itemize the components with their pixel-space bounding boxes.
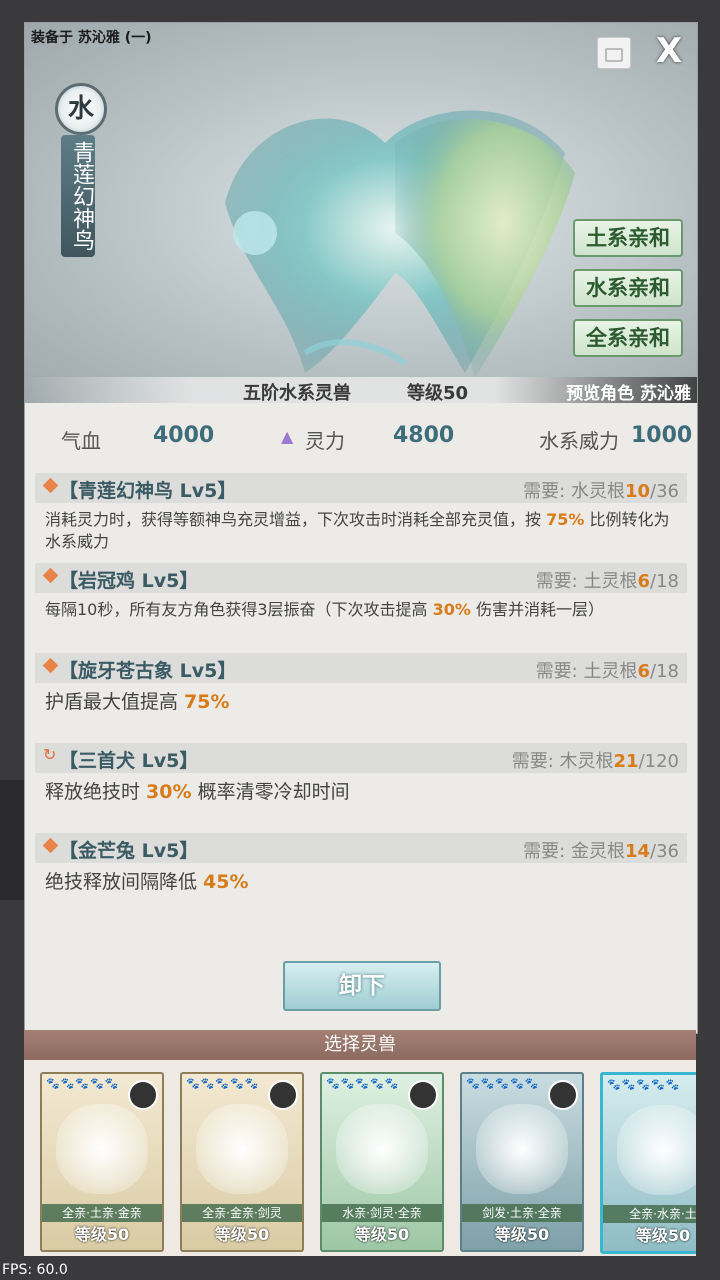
card-tags: 全亲·金亲·剑灵 — [182, 1204, 302, 1222]
diamond-icon — [42, 477, 59, 494]
skill-requirement: 需要: 木灵根21/120 — [511, 751, 679, 772]
skill-header: 【青莲幻神鸟 Lv5】 需要: 水灵根10/36 — [35, 473, 687, 503]
earth-affinity-button[interactable]: 土系亲和 — [573, 219, 683, 257]
paw-rating-icon: 🐾🐾🐾🐾🐾 — [186, 1077, 260, 1090]
skill-requirement: 需要: 金灵根14/36 — [523, 841, 679, 862]
element-badge: 水 — [55, 83, 107, 135]
skill-name: 【三首犬 Lv5】 — [59, 750, 199, 772]
paw-rating-icon: 🐾🐾🐾🐾🐾 — [607, 1078, 681, 1091]
skill-requirement: 需要: 土灵根6/18 — [535, 571, 679, 592]
beast-rank: 五阶水系灵兽 — [243, 383, 351, 404]
power-label: 水系威力 — [539, 429, 619, 453]
skill-requirement: 需要: 水灵根10/36 — [523, 481, 679, 502]
paw-rating-icon: 🐾🐾🐾🐾🐾 — [326, 1077, 400, 1090]
beast-thumbnail — [196, 1104, 288, 1194]
card-tags: 全亲·水亲·土 — [603, 1205, 696, 1223]
skill-name: 【旋牙苍古象 Lv5】 — [59, 660, 237, 682]
skill-name: 【岩冠鸡 Lv5】 — [59, 570, 199, 592]
beast-artwork — [225, 110, 575, 378]
sp-value: 4800 — [393, 423, 455, 448]
power-value: 1000 — [631, 423, 693, 448]
hp-label: 气血 — [61, 429, 101, 453]
equipped-on-label: 装备于 苏沁雅 (一) — [31, 30, 152, 46]
beast-hero-area: 装备于 苏沁雅 (一) X 水 青莲幻神鸟 土系亲和 水系亲和 全系亲和 — [25, 23, 697, 403]
beast-name: 青莲幻神鸟 — [61, 135, 95, 257]
preview-character: 预览角色 苏沁雅 — [566, 384, 691, 404]
skill-name: 【青莲幻神鸟 Lv5】 — [59, 480, 237, 502]
all-affinity-button[interactable]: 全系亲和 — [573, 319, 683, 357]
card-level: 等级50 — [354, 1225, 410, 1244]
paw-rating-icon: 🐾🐾🐾🐾🐾 — [466, 1077, 540, 1090]
skill-description: 绝技释放间隔降低 45% — [45, 871, 249, 893]
skill-header: 【金芒兔 Lv5】 需要: 金灵根14/36 — [35, 833, 687, 863]
card-tags: 剑发·土亲·全亲 — [462, 1204, 582, 1222]
beast-card-selected[interactable]: 🐾🐾🐾🐾🐾 全亲·水亲·土 等级50 — [600, 1072, 696, 1254]
beast-detail-panel: 装备于 苏沁雅 (一) X 水 青莲幻神鸟 土系亲和 水系亲和 全系亲和 五阶水… — [24, 22, 698, 1034]
close-button[interactable]: X — [651, 33, 687, 69]
card-level: 等级50 — [635, 1226, 691, 1245]
skill-requirement: 需要: 土灵根6/18 — [535, 661, 679, 682]
beast-level: 等级50 — [407, 383, 469, 404]
hp-value: 4000 — [153, 423, 215, 448]
avatar — [548, 1080, 578, 1110]
beast-card[interactable]: 🐾🐾🐾🐾🐾 全亲·金亲·剑灵 等级50 — [180, 1072, 304, 1252]
beast-card[interactable]: 🐾🐾🐾🐾🐾 剑发·土亲·全亲 等级50 — [460, 1072, 584, 1252]
avatar — [128, 1080, 158, 1110]
skill-description: 消耗灵力时，获得等额神鸟充灵增益，下次攻击时消耗全部充灵值，按 75% 比例转化… — [45, 510, 670, 551]
skill-header: 【旋牙苍古象 Lv5】 需要: 土灵根6/18 — [35, 653, 687, 683]
skill-name: 【金芒兔 Lv5】 — [59, 840, 199, 862]
paw-rating-icon: 🐾🐾🐾🐾🐾 — [46, 1077, 120, 1090]
avatar — [268, 1080, 298, 1110]
diamond-icon — [42, 567, 59, 584]
beast-thumbnail — [617, 1105, 696, 1195]
sp-label: 灵力 — [305, 429, 345, 453]
select-beast-title: 选择灵兽 — [24, 1030, 696, 1060]
skill-description: 护盾最大值提高 75% — [45, 691, 230, 713]
card-level: 等级50 — [74, 1225, 130, 1244]
diamond-icon — [42, 657, 59, 674]
unload-button[interactable]: 卸下 — [283, 961, 441, 1011]
triangle-icon: ▲ — [281, 427, 294, 446]
beast-thumbnail — [336, 1104, 428, 1194]
skill-header: ↻ 【三首犬 Lv5】 需要: 木灵根21/120 — [35, 743, 687, 773]
beast-card-list[interactable]: 🐾🐾🐾🐾🐾 全亲·土亲·金亲 等级50 🐾🐾🐾🐾🐾 全亲·金亲·剑灵 等级50 … — [24, 1060, 696, 1256]
card-tags: 全亲·土亲·金亲 — [42, 1204, 162, 1222]
skill-description: 释放绝技时 30% 概率清零冷却时间 — [45, 781, 350, 803]
water-affinity-button[interactable]: 水系亲和 — [573, 269, 683, 307]
refresh-icon: ↻ — [43, 745, 57, 764]
diamond-icon — [42, 837, 59, 854]
lock-button[interactable] — [597, 37, 631, 69]
card-tags: 水亲·剑灵·全亲 — [322, 1204, 442, 1222]
beast-thumbnail — [476, 1104, 568, 1194]
card-level: 等级50 — [494, 1225, 550, 1244]
beast-thumbnail — [56, 1104, 148, 1194]
stats-row: 气血 4000 ▲ 灵力 4800 水系威力 1000 — [25, 419, 697, 459]
beast-card[interactable]: 🐾🐾🐾🐾🐾 水亲·剑灵·全亲 等级50 — [320, 1072, 444, 1252]
card-level: 等级50 — [214, 1225, 270, 1244]
fps-counter: FPS: 60.0 — [2, 1262, 68, 1278]
beast-card[interactable]: 🐾🐾🐾🐾🐾 全亲·土亲·金亲 等级50 — [40, 1072, 164, 1252]
skill-description: 每隔10秒，所有友方角色获得3层振奋（下次攻击提高 30% 伤害并消耗一层） — [45, 600, 605, 619]
avatar — [408, 1080, 438, 1110]
lock-icon — [605, 48, 623, 62]
skill-header: 【岩冠鸡 Lv5】 需要: 土灵根6/18 — [35, 563, 687, 593]
